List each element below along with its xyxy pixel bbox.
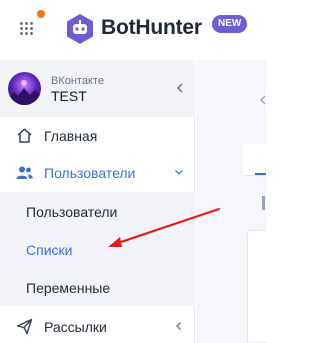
apps-grid-icon[interactable] <box>20 22 34 36</box>
new-badge: NEW <box>212 15 248 33</box>
brand-name[interactable]: BotHunter <box>101 16 202 40</box>
sidebar-item-users[interactable]: Пользователи <box>0 154 195 191</box>
users-icon <box>16 166 33 179</box>
send-icon <box>16 318 33 335</box>
bot-logo-icon[interactable] <box>64 13 96 45</box>
chevron-left-icon[interactable] <box>260 95 266 105</box>
submenu-item-variables[interactable]: Переменные <box>0 268 195 306</box>
users-submenu: Пользователи Списки Переменные <box>0 192 195 306</box>
content-card <box>247 230 266 343</box>
notification-dot <box>37 10 45 18</box>
submenu-item-label: Пользователи <box>26 204 118 220</box>
avatar <box>8 72 41 105</box>
sidebar-item-label: Рассылки <box>44 319 107 335</box>
home-icon <box>17 128 32 143</box>
chevron-left-icon[interactable] <box>176 83 184 93</box>
submenu-item-lists[interactable]: Списки <box>0 230 195 268</box>
top-bar: BotHunter NEW <box>0 0 266 60</box>
sidebar-item-label: Главная <box>44 128 98 144</box>
active-tab-indicator <box>255 173 266 175</box>
sidebar: ВКонтакте TEST Главная Пользователи Поль… <box>0 60 195 343</box>
sidebar-item-home[interactable]: Главная <box>0 117 195 154</box>
sidebar-item-mailing[interactable]: Рассылки <box>0 308 195 343</box>
clipped-element <box>262 196 265 210</box>
account-switcher[interactable]: ВКонтакте TEST <box>0 60 195 117</box>
sidebar-item-label: Пользователи <box>44 165 136 181</box>
account-name: TEST <box>51 88 87 104</box>
account-network: ВКонтакте <box>51 75 104 87</box>
submenu-item-label: Списки <box>26 242 73 258</box>
tab-bar <box>243 144 266 176</box>
submenu-item-users[interactable]: Пользователи <box>0 192 195 230</box>
chevron-left-icon <box>176 322 181 330</box>
chevron-down-icon <box>175 170 183 175</box>
submenu-item-label: Переменные <box>26 280 111 296</box>
